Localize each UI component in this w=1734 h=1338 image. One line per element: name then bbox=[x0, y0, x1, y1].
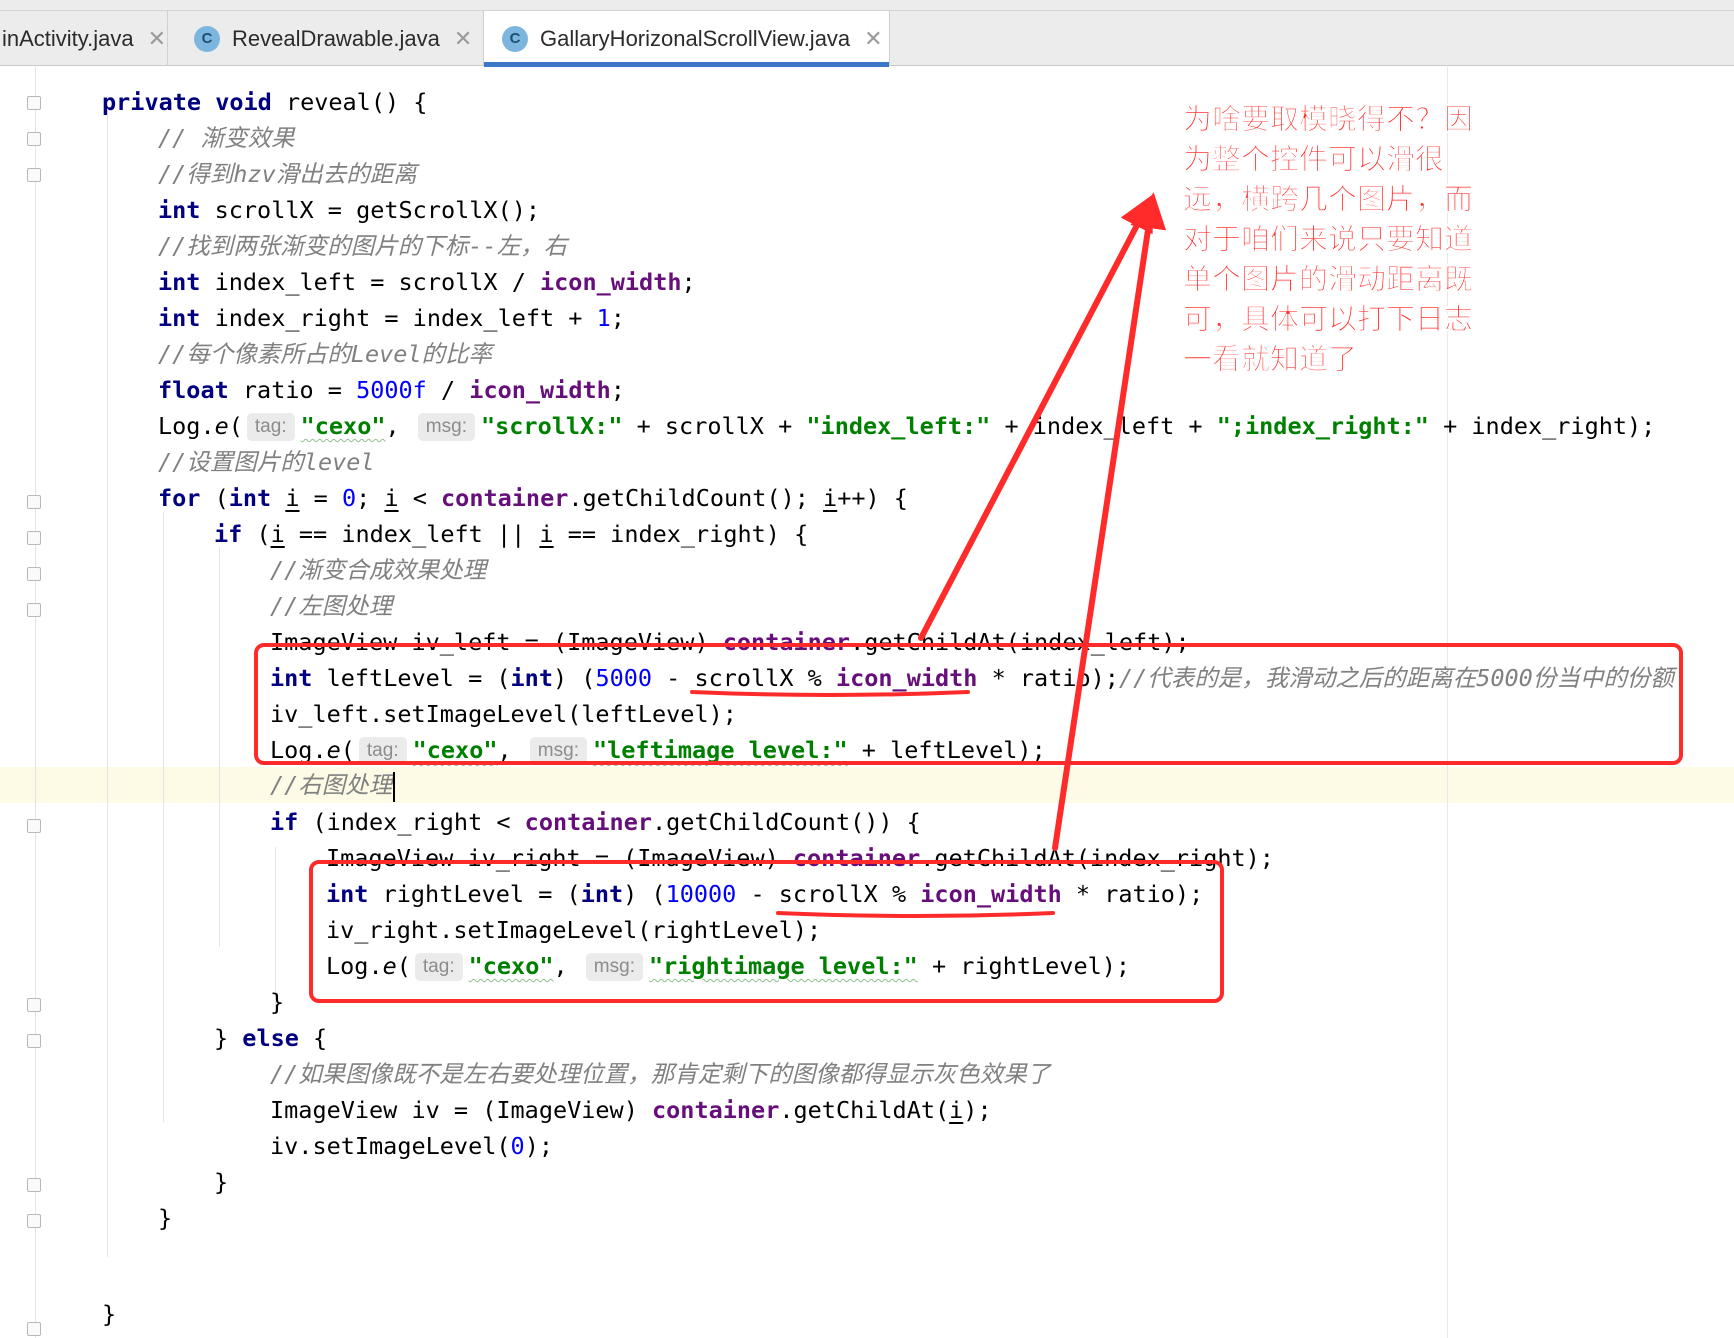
navigation-bar bbox=[0, 0, 1734, 11]
code-comment: // 渐变效果 bbox=[158, 124, 295, 152]
code-line: ImageView iv = (ImageView) container.get… bbox=[270, 1096, 992, 1124]
annotation-note: 为啥要取模晓得不？因为整个控件可以滑很远，横跨几个图片，而对于咱们来说只要知道单… bbox=[1183, 102, 1474, 376]
tab-label: RevealDrawable.java bbox=[232, 25, 440, 51]
code-comment: //找到两张渐变的图片的下标--左，右 bbox=[158, 232, 568, 260]
code-line: if (index_right < container.getChildCoun… bbox=[270, 808, 921, 836]
tab-gallaryhorizonalscrollview[interactable]: C GallaryHorizonalScrollView.java ✕ bbox=[484, 11, 890, 67]
code-comment: //设置图片的level bbox=[158, 448, 375, 476]
code-line: int leftLevel = (int) (5000 - scrollX % … bbox=[270, 664, 1674, 692]
parameter-hint-tag: tag: bbox=[414, 953, 463, 981]
class-icon: C bbox=[502, 25, 528, 52]
code-line: int index_right = index_left + 1; bbox=[158, 304, 625, 332]
parameter-hint-msg: msg: bbox=[417, 413, 475, 441]
editor-tab-bar: inActivity.java ✕ C RevealDrawable.java … bbox=[0, 11, 1734, 67]
class-icon: C bbox=[194, 25, 220, 52]
code-line: iv_left.setImageLevel(leftLevel); bbox=[270, 700, 737, 728]
close-icon[interactable]: ✕ bbox=[454, 26, 472, 52]
code-line: Log.e(tag: "cexo", msg: "scrollX:" + scrol… bbox=[158, 412, 1656, 441]
tab-revealdrawable[interactable]: C RevealDrawable.java ✕ bbox=[168, 11, 484, 66]
code-line: private void reveal() { bbox=[102, 88, 428, 116]
code-line: int scrollX = getScrollX(); bbox=[158, 196, 541, 224]
code-line: Log.e(tag: "cexo", msg: "leftimage level:"… bbox=[270, 736, 1046, 765]
code-comment: //如果图像既不是左右要处理位置，那肯定剩下的图像都得显示灰色效果了 bbox=[270, 1060, 1051, 1088]
text-caret bbox=[393, 771, 396, 802]
code-comment: //每个像素所占的Level的比率 bbox=[158, 340, 493, 368]
tab-label: GallaryHorizonalScrollView.java bbox=[540, 25, 851, 51]
tab-mainactivity[interactable]: inActivity.java ✕ bbox=[0, 11, 168, 66]
code-line: } else { bbox=[214, 1024, 328, 1052]
code-line: for (int i = 0; i < container.getChildCo… bbox=[158, 484, 908, 512]
parameter-hint-tag: tag: bbox=[246, 413, 295, 441]
code-line: Log.e(tag: "cexo", msg: "rightimage level:… bbox=[326, 952, 1131, 981]
code-line: } bbox=[270, 988, 285, 1016]
code-line: iv.setImageLevel(0); bbox=[270, 1132, 553, 1160]
code-line: } bbox=[158, 1204, 173, 1232]
parameter-hint-msg: msg: bbox=[529, 737, 587, 765]
code-line: if (i == index_left || i == index_right)… bbox=[214, 520, 809, 548]
code-line: ImageView iv_left = (ImageView) containe… bbox=[270, 628, 1190, 656]
code-line: } bbox=[102, 1300, 117, 1328]
code-line: iv_right.setImageLevel(rightLevel); bbox=[326, 916, 822, 944]
parameter-hint-msg: msg: bbox=[585, 953, 643, 981]
code-line-current: //右图处理 bbox=[0, 767, 396, 803]
tab-label: inActivity.java bbox=[2, 25, 134, 51]
ide-window: inActivity.java ✕ C RevealDrawable.java … bbox=[0, 0, 1734, 1338]
close-icon[interactable]: ✕ bbox=[148, 26, 166, 52]
code-comment: //渐变合成效果处理 bbox=[270, 556, 487, 584]
code-line: ImageView iv_right = (ImageView) contain… bbox=[326, 844, 1274, 872]
code-line: float ratio = 5000f / icon_width; bbox=[158, 376, 625, 404]
code-comment: //得到hzv滑出去的距离 bbox=[158, 160, 417, 188]
parameter-hint-tag: tag: bbox=[358, 737, 407, 765]
code-comment: //左图处理 bbox=[270, 592, 393, 620]
code-line: int index_left = scrollX / icon_width; bbox=[158, 268, 696, 296]
code-line: int rightLevel = (int) (10000 - scrollX … bbox=[326, 880, 1204, 908]
code-line: } bbox=[214, 1168, 229, 1196]
close-icon[interactable]: ✕ bbox=[864, 26, 882, 52]
